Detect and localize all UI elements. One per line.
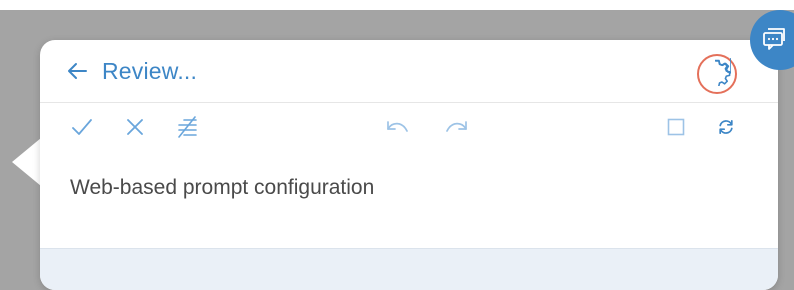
accept-button[interactable]: [68, 116, 96, 142]
select-checkbox[interactable]: [662, 116, 690, 142]
undo-button[interactable]: [382, 116, 412, 142]
refresh-icon: [717, 118, 735, 141]
review-text: Web-based prompt configuration: [70, 176, 375, 199]
redo-button[interactable]: [442, 116, 472, 142]
popover-pointer: [12, 138, 41, 186]
close-icon: [126, 118, 144, 141]
refresh-button[interactable]: [712, 116, 740, 142]
strike-lines-button[interactable]: [172, 115, 202, 143]
arrow-left-icon: [66, 61, 88, 81]
back-button-label: Review...: [102, 57, 198, 84]
redo-icon: [444, 118, 470, 141]
header-divider: [40, 102, 778, 103]
checkmark-icon: [71, 118, 93, 141]
back-button[interactable]: Review...: [66, 54, 246, 88]
strikethrough-lines-icon: [175, 115, 199, 143]
popover-header: Review...: [40, 40, 778, 102]
reject-button[interactable]: [122, 116, 148, 142]
chat-bubble-icon: [763, 24, 788, 57]
popover-footer: [40, 248, 778, 290]
undo-icon: [384, 118, 410, 141]
gear-icon: [703, 57, 732, 91]
review-popover: Review... Web-based prompt configuration: [40, 40, 778, 290]
top-strip: [0, 0, 794, 10]
settings-button[interactable]: [697, 54, 737, 94]
checkbox-icon: [667, 118, 685, 141]
